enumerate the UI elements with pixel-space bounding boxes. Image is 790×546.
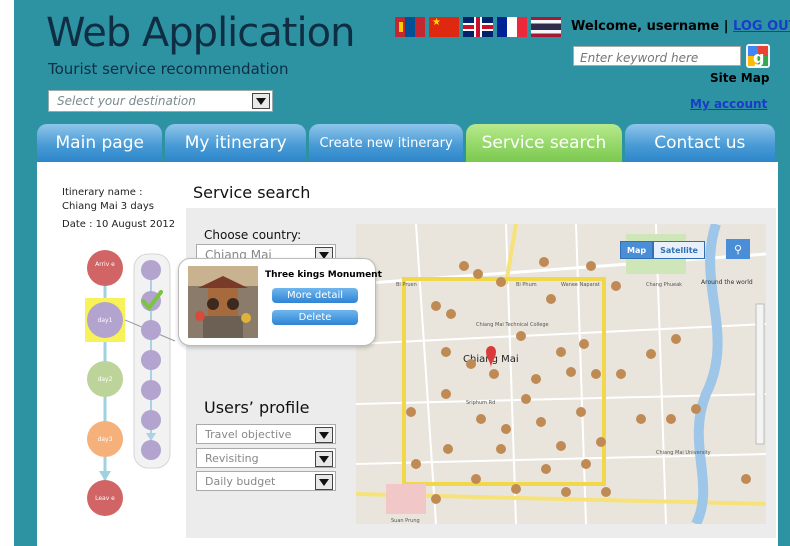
map-view-button[interactable]: Map — [620, 241, 654, 259]
map-type-toggle: Map Satellite — [620, 241, 705, 259]
timeline-label-arrive: Arriv e — [95, 261, 115, 268]
activity-node[interactable] — [141, 440, 161, 460]
revisiting-label: Revisiting — [205, 452, 259, 465]
activity-node[interactable] — [141, 320, 161, 340]
china-flag-icon[interactable] — [429, 17, 459, 37]
delete-button[interactable]: Delete — [272, 310, 358, 325]
tab-main-page[interactable]: Main page — [37, 124, 163, 162]
timeline-label-leave: Leav e — [95, 495, 115, 502]
itinerary-name-label: Itinerary name : — [62, 187, 143, 198]
choose-country-label: Choose country: — [204, 228, 302, 242]
chevron-down-icon[interactable] — [315, 427, 333, 443]
map-label: Sriphum Rd — [466, 400, 495, 406]
chevron-down-icon[interactable] — [315, 474, 333, 490]
search-box — [573, 46, 741, 67]
activity-node[interactable] — [141, 350, 161, 370]
revisiting-select[interactable]: Revisiting — [196, 448, 336, 468]
map-label: Bi Phum — [516, 282, 537, 288]
activity-node[interactable] — [141, 410, 161, 430]
language-flags — [395, 17, 561, 37]
welcome-label: Welcome, username | — [571, 19, 734, 34]
google-search-icon[interactable]: g — [746, 44, 770, 68]
uk-flag-icon[interactable] — [463, 17, 493, 37]
itinerary-date: Date : 10 August 2012 — [62, 219, 176, 230]
itinerary-timeline: Arriv e day1 day2 day3 Leav e — [85, 250, 176, 516]
timeline-label-day2: day2 — [98, 376, 113, 383]
timeline-label-day3: day3 — [98, 436, 113, 443]
itinerary-name-value: Chiang Mai 3 days — [62, 201, 154, 212]
destination-placeholder: Select your destination — [57, 94, 196, 108]
more-detail-button[interactable]: More detail — [272, 288, 358, 303]
my-account-link[interactable]: My account — [690, 97, 767, 111]
sitemap-link[interactable]: Site Map — [710, 71, 769, 85]
satellite-view-button[interactable]: Satellite — [653, 241, 705, 259]
destination-select[interactable]: Select your destination — [48, 90, 273, 112]
timeline-label-day1: day1 — [98, 317, 113, 324]
map-label: Chiang Mai Technical College — [476, 322, 549, 328]
daily-budget-select[interactable]: Daily budget — [196, 471, 336, 491]
travel-objective-select[interactable]: Travel objective — [196, 424, 336, 444]
city-map[interactable]: Bi Pruen Bi Phum Wanee Naparat Chiang Ma… — [356, 224, 766, 524]
daily-budget-label: Daily budget — [205, 475, 276, 488]
timeline-node-arrive[interactable] — [87, 250, 123, 286]
activity-node[interactable] — [141, 380, 161, 400]
popup-title: Three kings Monument — [265, 270, 382, 280]
activity-node[interactable] — [141, 260, 161, 280]
map-label: Wanee Naparat — [561, 282, 600, 288]
tab-contact-us[interactable]: Contact us — [624, 124, 775, 162]
itinerary-info: Itinerary name : Chiang Mai 3 days Date … — [62, 186, 175, 232]
map-label: Around the world — [701, 279, 753, 286]
app-title: Web Application — [46, 10, 355, 56]
location-pin-icon[interactable]: ⚲ — [726, 239, 750, 259]
monument-photo — [188, 266, 258, 338]
service-search-title: Service search — [193, 183, 311, 202]
app-subtitle: Tourist service recommendation — [48, 60, 289, 78]
map-label: Chang Phueak — [646, 282, 682, 288]
map-zoom-slider[interactable] — [755, 303, 765, 445]
thailand-flag-icon[interactable] — [531, 17, 561, 37]
map-label: Suan Prung — [391, 518, 420, 524]
france-flag-icon[interactable] — [497, 17, 527, 37]
svg-text:g: g — [753, 48, 764, 67]
search-input[interactable] — [574, 49, 740, 67]
main-tabs: Main page My itinerary Create new itiner… — [37, 124, 778, 162]
tab-create-new-itinerary[interactable]: Create new itinerary — [308, 124, 464, 162]
chevron-down-icon[interactable] — [315, 451, 333, 467]
logout-link[interactable]: LOG OUT — [733, 19, 790, 34]
tab-service-search[interactable]: Service search — [466, 124, 622, 162]
travel-objective-label: Travel objective — [205, 428, 292, 441]
tab-my-itinerary[interactable]: My itinerary — [165, 124, 306, 162]
mongolia-flag-icon[interactable] — [395, 17, 425, 37]
map-label: Chiang Mai University — [656, 450, 711, 456]
chevron-down-icon[interactable] — [252, 93, 270, 109]
welcome-text: Welcome, username | LOG OUT — [571, 19, 790, 34]
users-profile-title: Users’ profile — [204, 398, 310, 417]
map-label: Bi Pruen — [396, 282, 417, 288]
